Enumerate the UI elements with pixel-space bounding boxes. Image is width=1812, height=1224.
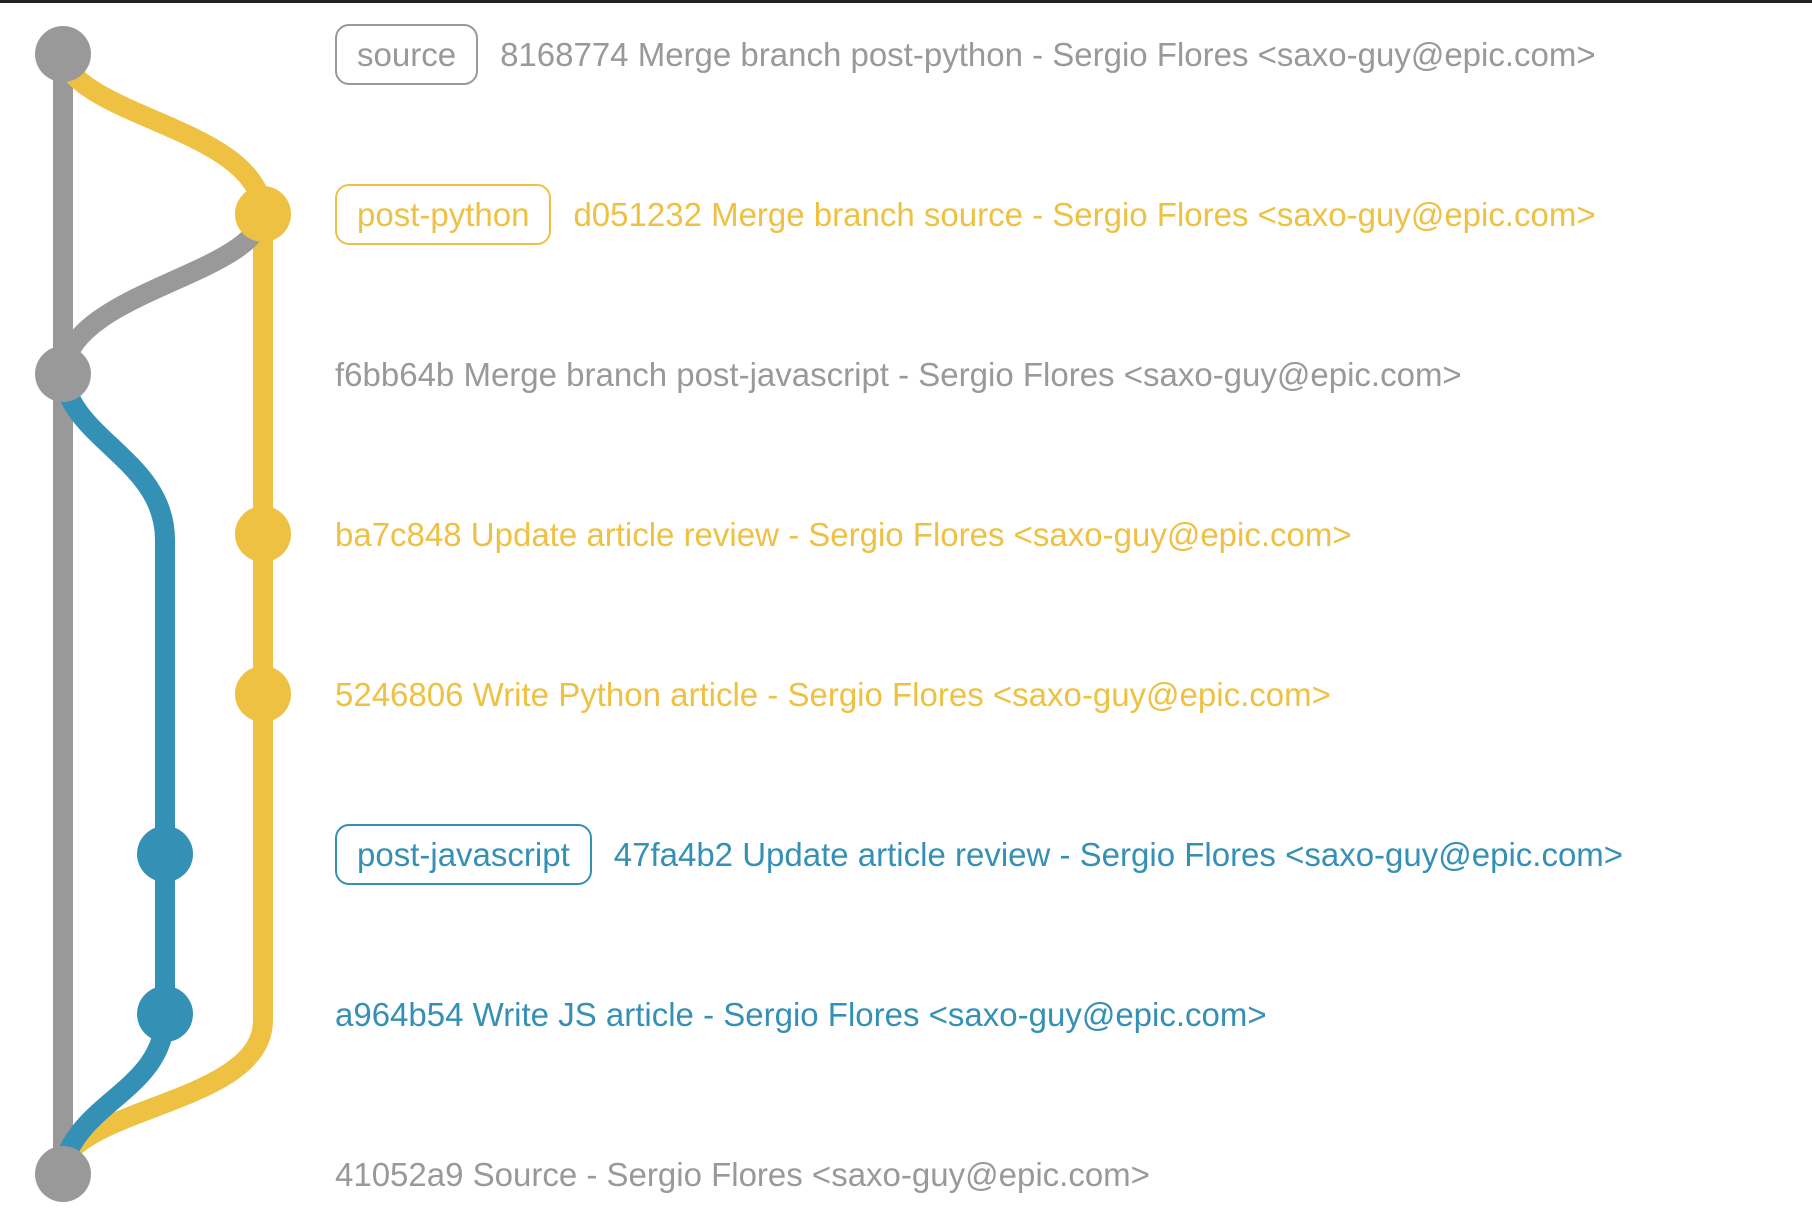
commit-node[interactable] bbox=[137, 826, 193, 882]
commit-row[interactable]: f6bb64b Merge branch post-javascript - S… bbox=[335, 342, 1462, 406]
commit-text: 8168774 Merge branch post-python - Sergi… bbox=[500, 35, 1596, 73]
commit-node[interactable] bbox=[35, 26, 91, 82]
commit-row[interactable]: ba7c848 Update article review - Sergio F… bbox=[335, 502, 1352, 566]
commit-row[interactable]: 41052a9 Source - Sergio Flores <saxo-guy… bbox=[335, 1142, 1150, 1206]
commit-text: 41052a9 Source - Sergio Flores <saxo-guy… bbox=[335, 1155, 1150, 1193]
commit-row[interactable]: source 8168774 Merge branch post-python -… bbox=[335, 22, 1596, 86]
branch-tag[interactable]: post-javascript bbox=[335, 823, 592, 885]
commit-text: f6bb64b Merge branch post-javascript - S… bbox=[335, 355, 1462, 393]
commit-text: 5246806 Write Python article - Sergio Fl… bbox=[335, 675, 1331, 713]
commit-row[interactable]: post-python d051232 Merge branch source -… bbox=[335, 182, 1596, 246]
branch-tag[interactable]: post-python bbox=[335, 183, 552, 245]
commit-text: 47fa4b2 Update article review - Sergio F… bbox=[613, 835, 1624, 873]
commit-node[interactable] bbox=[35, 346, 91, 402]
commit-row[interactable]: 5246806 Write Python article - Sergio Fl… bbox=[335, 662, 1331, 726]
commit-node[interactable] bbox=[137, 986, 193, 1042]
branch-line-post-javascript bbox=[53, 364, 175, 1176]
branch-tag[interactable]: source bbox=[335, 23, 479, 85]
commit-node[interactable] bbox=[235, 666, 291, 722]
commit-node[interactable] bbox=[35, 1146, 91, 1202]
commit-graph bbox=[35, 26, 291, 1202]
commit-node[interactable] bbox=[235, 506, 291, 562]
merge-line-source-into-post-python bbox=[53, 204, 273, 380]
commit-row[interactable]: post-javascript 47fa4b2 Update article re… bbox=[335, 822, 1623, 886]
commit-text: a964b54 Write JS article - Sergio Flores… bbox=[335, 995, 1267, 1033]
commit-node[interactable] bbox=[235, 186, 291, 242]
commit-text: ba7c848 Update article review - Sergio F… bbox=[335, 515, 1352, 553]
commit-text: d051232 Merge branch source - Sergio Flo… bbox=[573, 195, 1596, 233]
commit-row[interactable]: a964b54 Write JS article - Sergio Flores… bbox=[335, 982, 1267, 1046]
